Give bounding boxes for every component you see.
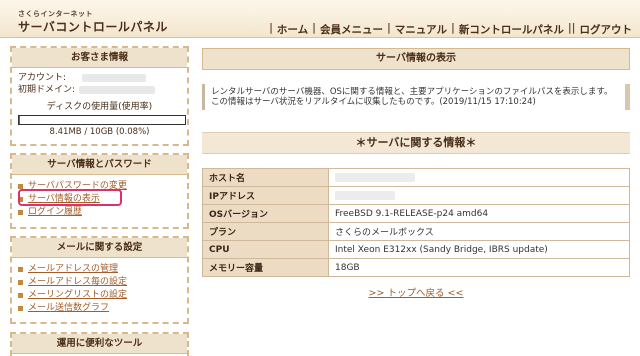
row-key-plan: プラン <box>202 222 329 241</box>
table-row: OSバージョン FreeBSD 9.1-RELEASE-p24 amd64 <box>202 204 630 223</box>
server-menu-box: サーバ情報とパスワード サーバパスワードの変更 サーバ情報の表示 ログイン履歴 <box>10 153 189 229</box>
disk-usage-label: ディスクの使用量(使用率) <box>46 102 153 112</box>
main-content: サーバ情報の表示 レンタルサーバのサーバ機器、OSに関する情報と、主要アプリケー… <box>202 48 630 299</box>
row-key-memory: メモリー容量 <box>202 258 329 277</box>
page: さくらインターネット サーバコントロールパネル | ホーム | 会員メニュー |… <box>0 0 640 356</box>
row-value-ip <box>328 186 630 205</box>
customer-info-box: お客さま情報 アカウント: 初期ドメイン: ディスクの使用量(使用率) 8.41… <box>10 46 189 146</box>
bullet-icon <box>18 293 23 298</box>
bullet-icon <box>18 267 23 272</box>
customer-info-title: お客さま情報 <box>12 48 187 68</box>
disk-usage-value: 8.41MB / 10GB (0.08%) <box>49 127 150 137</box>
disk-usage-bar <box>18 115 186 125</box>
account-value-redacted <box>82 73 147 82</box>
tools-menu-box: 運用に便利なツール <box>10 332 189 356</box>
ip-redacted <box>335 190 395 200</box>
menu-mailing-list-settings[interactable]: メーリングリストの設定 <box>18 289 181 302</box>
hostname-redacted <box>335 172 415 182</box>
row-key-ip: IPアドレス <box>202 186 329 205</box>
account-row: アカウント: <box>18 72 181 84</box>
nav-member-menu[interactable]: 会員メニュー <box>320 22 383 37</box>
row-value-hostname <box>328 168 630 187</box>
menu-login-history[interactable]: ログイン履歴 <box>18 206 181 219</box>
menu-mail-send-graph[interactable]: メール送信数グラフ <box>18 302 181 315</box>
row-value-os: FreeBSD 9.1-RELEASE-p24 amd64 <box>328 204 630 223</box>
bullet-icon <box>18 306 23 311</box>
page-title: サーバ情報の表示 <box>202 48 630 70</box>
nav-home[interactable]: ホーム <box>277 22 308 37</box>
row-value-cpu: Intel Xeon E312xx (Sandy Bridge, IBRS up… <box>328 240 630 259</box>
bullet-icon <box>18 280 23 285</box>
domain-value-redacted <box>79 85 156 94</box>
server-info-table: ホスト名 IPアドレス OSバージョン FreeBSD 9.1-RELEASE-… <box>202 168 630 277</box>
notice-line-1: レンタルサーバのサーバ機器、OSに関する情報と、主要アプリケーションのファイルパ… <box>211 87 613 97</box>
bullet-icon <box>18 210 23 215</box>
info-notice: レンタルサーバのサーバ機器、OSに関する情報と、主要アプリケーションのファイルパ… <box>202 84 630 110</box>
table-row: メモリー容量 18GB <box>202 258 630 277</box>
menu-per-address-settings[interactable]: メールアドレス毎の設定 <box>18 276 181 289</box>
nav-new-control-panel[interactable]: 新コントロールパネル <box>459 22 564 37</box>
header: さくらインターネット サーバコントロールパネル | ホーム | 会員メニュー |… <box>0 0 640 38</box>
menu-mail-address-management[interactable]: メールアドレスの管理 <box>18 263 181 276</box>
row-key-hostname: ホスト名 <box>202 168 329 187</box>
table-row: IPアドレス <box>202 186 630 205</box>
row-value-memory: 18GB <box>328 258 630 277</box>
row-key-cpu: CPU <box>202 240 329 259</box>
table-row: CPU Intel Xeon E312xx (Sandy Bridge, IBR… <box>202 240 630 259</box>
mail-menu-title: メールに関する設定 <box>12 238 187 258</box>
tools-menu-title: 運用に便利なツール <box>12 334 187 354</box>
mail-menu-box: メールに関する設定 メールアドレスの管理 メールアドレス毎の設定 メーリングリス… <box>10 236 189 324</box>
row-key-os: OSバージョン <box>202 204 329 223</box>
top-nav: | ホーム | 会員メニュー | マニュアル | 新コントロールパネル || ロ… <box>269 22 633 37</box>
section-title: ＊サーバに関する情報＊ <box>202 132 630 154</box>
row-value-plan: さくらのメールボックス <box>328 222 630 241</box>
nav-logout[interactable]: ログアウト <box>580 22 633 37</box>
highlight-annotation <box>18 189 122 206</box>
back-to-top-link[interactable]: >> トップへ戻る << <box>202 285 630 299</box>
account-label: アカウント: <box>18 73 67 83</box>
disk-usage-fill <box>19 116 20 124</box>
server-menu-title: サーバ情報とパスワード <box>12 155 187 175</box>
domain-row: 初期ドメイン: <box>18 84 181 96</box>
table-row: プラン さくらのメールボックス <box>202 222 630 241</box>
nav-manual[interactable]: マニュアル <box>395 22 447 37</box>
table-row: ホスト名 <box>202 168 630 187</box>
brand-title: サーバコントロールパネル <box>18 20 168 34</box>
notice-line-2: この情報はサーバ状況をリアルタイムに収集したものです。(2019/11/15 1… <box>211 97 536 107</box>
domain-label: 初期ドメイン: <box>18 85 76 95</box>
